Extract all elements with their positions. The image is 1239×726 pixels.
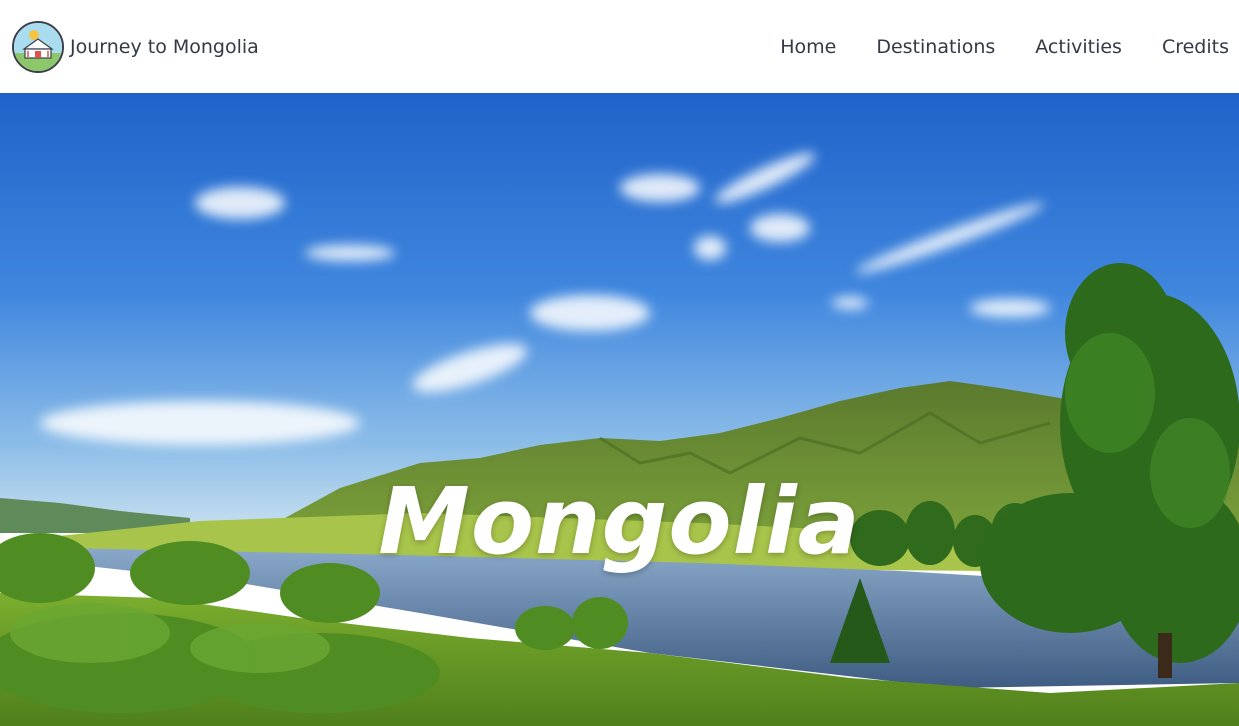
site-header: Journey to Mongolia Home Destinations Ac…	[0, 0, 1239, 93]
nav-destinations-link[interactable]: Destinations	[876, 36, 995, 58]
site-title: Journey to Mongolia	[70, 35, 259, 58]
yurt-icon	[12, 20, 64, 73]
brand[interactable]: Journey to Mongolia	[12, 20, 259, 73]
main-nav: Home Destinations Activities Credits	[780, 36, 1229, 58]
nav-credits-link[interactable]: Credits	[1162, 36, 1229, 58]
nav-home-link[interactable]: Home	[780, 36, 836, 58]
hero-banner: Mongolia	[0, 93, 1239, 726]
hero-landscape-image	[0, 93, 1239, 726]
nav-activities-link[interactable]: Activities	[1035, 36, 1122, 58]
hero-title: Mongolia	[378, 468, 861, 575]
